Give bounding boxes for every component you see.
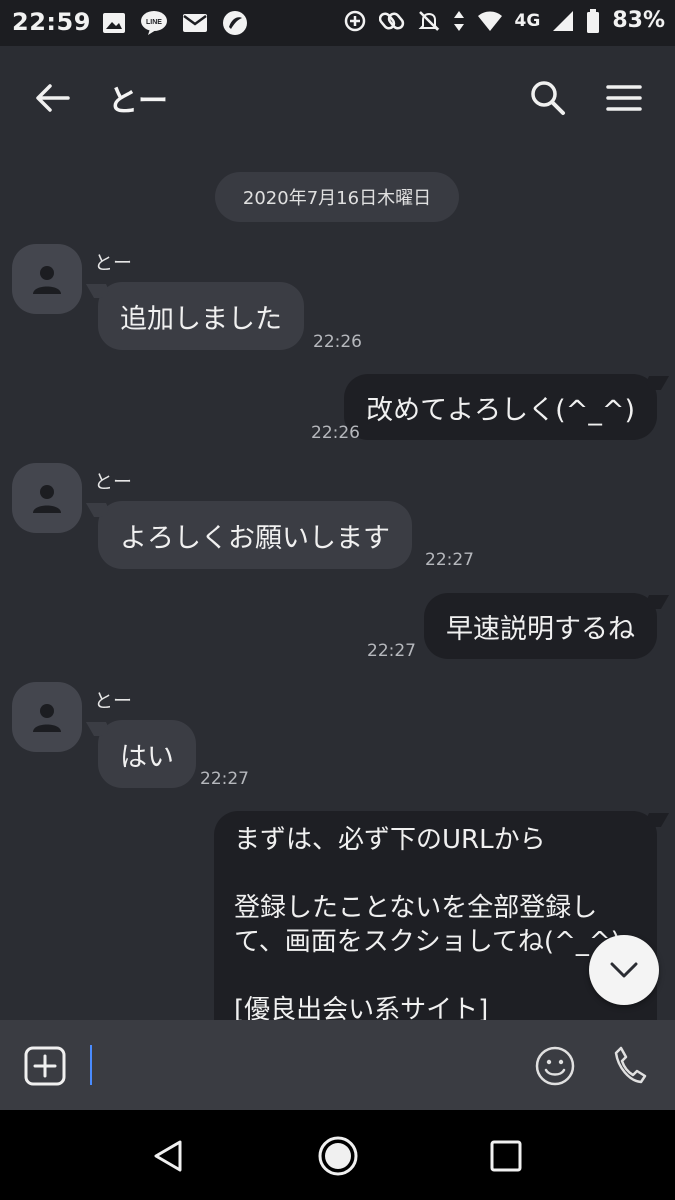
message-bubble[interactable]: よろしくお願いします	[98, 501, 412, 569]
message-bubble[interactable]: 追加しました	[98, 282, 304, 350]
person-icon	[33, 485, 61, 513]
person-icon	[33, 266, 61, 294]
mail-icon	[183, 14, 207, 32]
attach-button[interactable]	[24, 1046, 66, 1086]
message-line: まずは、必ず下のURLから	[234, 825, 546, 855]
back-arrow-icon	[36, 84, 70, 112]
message-line: 登録したことないを全部登録し	[234, 893, 598, 923]
nav-recents-button[interactable]	[488, 1138, 524, 1174]
message-time: 22:27	[367, 641, 416, 661]
message-bubble[interactable]: 改めてよろしく(^_^)	[344, 374, 657, 440]
wifi-icon	[477, 11, 502, 31]
message-time: 22:27	[200, 769, 249, 789]
data-saver-icon	[344, 10, 365, 31]
message-line: [優良出会い系サイト]	[234, 995, 489, 1020]
message-input-bar	[0, 1020, 675, 1110]
network-type: 4G	[514, 10, 541, 31]
notification-icons: LINE	[102, 10, 248, 36]
message-line: て、画面をスクショしてね(^_^)	[234, 927, 621, 957]
app-icon	[223, 11, 247, 35]
message-bubble[interactable]: まずは、必ず下のURLから 登録したことないを全部登録し て、画面をスクショして…	[214, 811, 657, 1020]
status-time: 22:59	[12, 8, 91, 36]
back-button[interactable]	[30, 76, 74, 120]
nav-home-icon	[318, 1136, 358, 1176]
data-arrows-icon	[453, 10, 464, 31]
sender-name: とー	[94, 252, 133, 274]
text-caret	[90, 1045, 92, 1085]
nav-recents-icon	[490, 1140, 522, 1172]
nav-home-button[interactable]	[316, 1134, 360, 1178]
message-bubble[interactable]: はい	[98, 720, 196, 788]
chat-title[interactable]: とー	[108, 76, 168, 120]
chevron-down-icon	[610, 962, 638, 978]
search-button[interactable]	[526, 76, 570, 120]
battery-icon	[587, 8, 600, 33]
chat-header: とー	[0, 46, 675, 148]
status-bar: 22:59 LINE 4G 83%	[0, 0, 675, 46]
message-time: 22:26	[313, 332, 362, 352]
scroll-to-bottom-button[interactable]	[589, 935, 659, 1005]
system-icons: 4G 83%	[343, 8, 665, 33]
line-icon: LINE	[141, 11, 167, 35]
nav-back-button[interactable]	[148, 1136, 188, 1176]
chat-area[interactable]: 2020年7月16日木曜日 とー 追加しました 22:26 改めてよろしく(^_…	[0, 148, 675, 1020]
sender-name: とー	[94, 690, 133, 712]
avatar[interactable]	[12, 463, 82, 533]
avatar[interactable]	[12, 682, 82, 752]
mute-icon	[418, 10, 439, 31]
message-bubble[interactable]: 早速説明するね	[424, 593, 657, 659]
avatar[interactable]	[12, 244, 82, 314]
message-time: 22:27	[425, 550, 474, 570]
battery-percent: 83%	[612, 8, 665, 33]
emoji-button[interactable]	[534, 1045, 576, 1087]
message-time: 22:26	[311, 423, 360, 443]
svg-text:LINE: LINE	[146, 19, 162, 26]
signal-icon	[553, 10, 574, 31]
system-nav-bar	[0, 1110, 675, 1200]
emoji-icon	[535, 1046, 575, 1086]
phone-icon	[614, 1046, 647, 1084]
nav-back-icon	[154, 1140, 182, 1172]
image-icon	[103, 13, 125, 33]
message-input[interactable]	[86, 1042, 506, 1088]
menu-icon	[606, 85, 642, 111]
plus-icon	[24, 1046, 66, 1086]
call-button[interactable]	[612, 1045, 648, 1085]
sender-name: とー	[94, 471, 133, 493]
menu-button[interactable]	[602, 76, 646, 120]
search-icon	[531, 81, 565, 115]
date-separator: 2020年7月16日木曜日	[215, 172, 459, 222]
person-icon	[33, 704, 61, 732]
link-icon	[378, 11, 404, 30]
